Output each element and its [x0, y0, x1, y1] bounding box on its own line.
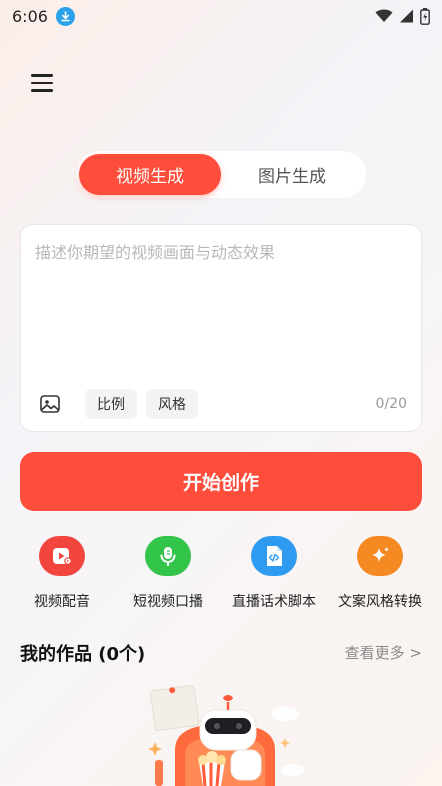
tool-label: 短视频口播 — [133, 594, 203, 610]
wifi-icon — [375, 9, 393, 22]
download-icon — [55, 6, 75, 26]
sparkle-icon — [357, 536, 403, 576]
tab-image-generation[interactable]: 图片生成 — [221, 154, 363, 195]
mode-tabs: 视频生成 图片生成 — [76, 151, 366, 198]
tab-video-generation[interactable]: 视频生成 — [79, 154, 221, 195]
tool-video-dub[interactable]: 视频配音 — [7, 536, 117, 611]
image-upload-icon[interactable] — [39, 393, 61, 415]
microphone-icon — [145, 536, 191, 576]
tool-label: 文案风格转换 — [338, 594, 422, 610]
menu-icon[interactable] — [31, 74, 53, 94]
tool-copy-style-convert[interactable]: 文案风格转换 — [325, 536, 435, 611]
tool-short-video-voice[interactable]: 短视频口播 — [113, 536, 223, 611]
tool-label: 视频配音 — [34, 594, 90, 610]
prompt-input[interactable] — [35, 239, 407, 379]
prompt-card: 比例 风格 0/20 — [20, 224, 422, 432]
style-chip[interactable]: 风格 — [146, 389, 198, 419]
signal-icon — [400, 9, 413, 23]
script-file-icon — [251, 536, 297, 576]
tool-label: 直播话术脚本 — [232, 594, 316, 610]
ratio-chip[interactable]: 比例 — [85, 389, 137, 419]
video-dub-icon — [39, 536, 85, 576]
my-works-title: 我的作品 (0个) — [20, 644, 146, 665]
battery-icon — [420, 7, 430, 25]
status-bar: 6:06 — [0, 0, 442, 32]
see-more-link[interactable]: 查看更多 > — [345, 642, 422, 663]
start-create-button[interactable]: 开始创作 — [20, 452, 422, 511]
status-time: 6:06 — [12, 6, 48, 26]
tool-live-script[interactable]: 直播话术脚本 — [219, 536, 329, 611]
char-counter: 0/20 — [375, 396, 407, 412]
robot-popcorn-illustration — [148, 685, 305, 786]
